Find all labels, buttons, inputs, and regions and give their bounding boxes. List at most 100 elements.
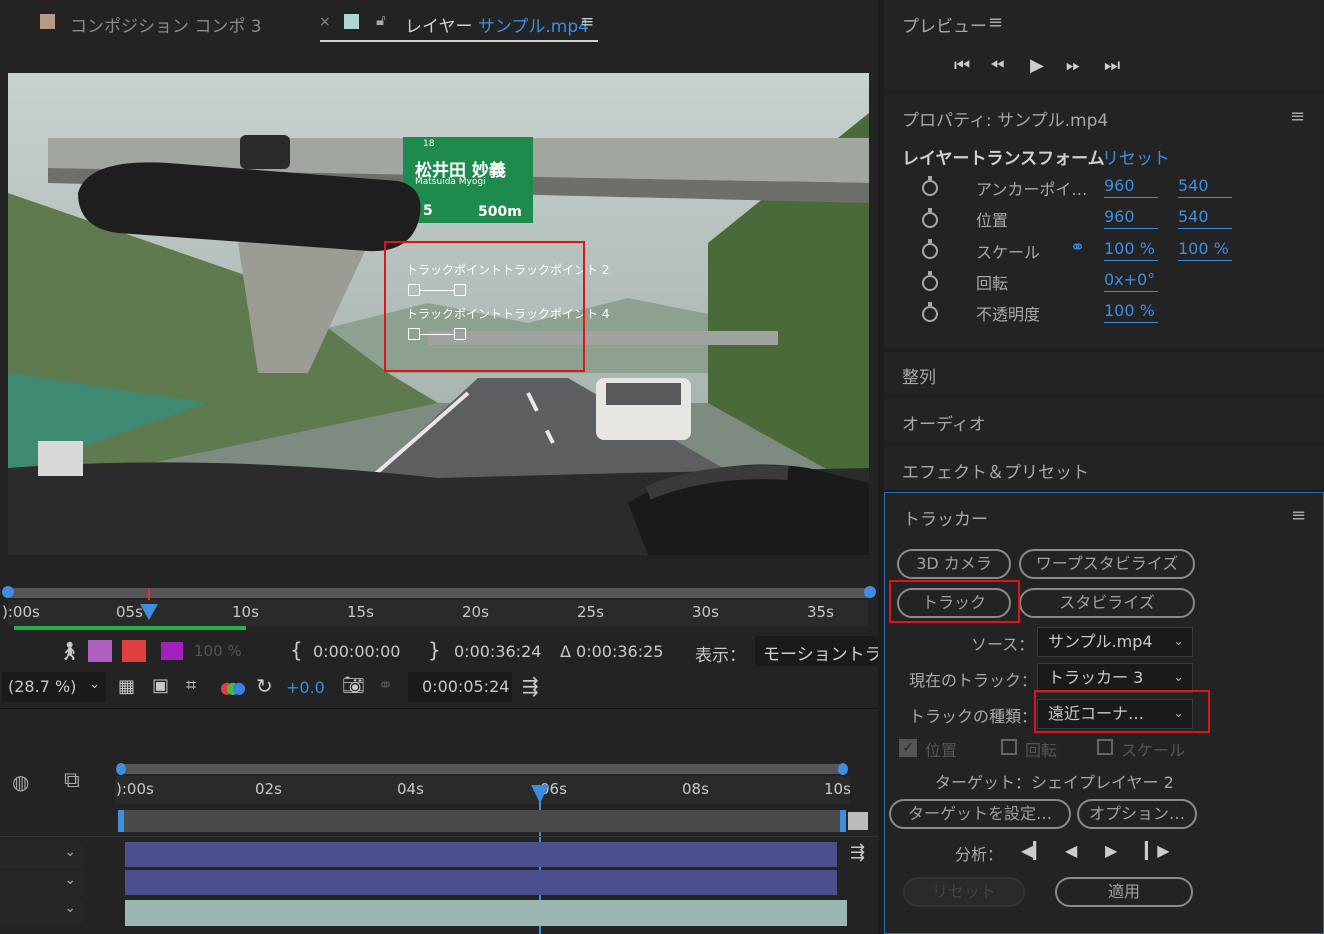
layer-bar[interactable]: [125, 842, 837, 867]
last-frame-icon[interactable]: ⏭︎: [1104, 55, 1120, 76]
zoom-dropdown[interactable]: (28.7 %) ⌄: [2, 672, 106, 702]
out-time[interactable]: 0:00:36:24: [454, 642, 541, 661]
lock-icon[interactable]: 🔓︎: [376, 11, 386, 29]
work-area-end[interactable]: [838, 763, 848, 775]
ruler-tick: ):00s: [2, 603, 40, 621]
timeline-nav-icon[interactable]: ⇶: [850, 842, 865, 863]
transform-reset-link[interactable]: リセット: [1102, 144, 1170, 169]
sign-exit-number: 5: [423, 203, 433, 219]
chevron-down-icon[interactable]: ⌄: [64, 872, 76, 888]
prev-frame-icon[interactable]: ⏪︎: [990, 55, 1004, 76]
layer-bar[interactable]: [125, 870, 837, 895]
tab-close-icon[interactable]: ×: [319, 14, 331, 30]
safe-area-icon[interactable]: ▣: [152, 675, 169, 696]
camera-3d-button[interactable]: 3D カメラ: [897, 549, 1011, 579]
chevron-down-icon[interactable]: ⌄: [64, 844, 76, 860]
anchor-x-value[interactable]: 960: [1104, 176, 1158, 198]
in-point-icon[interactable]: {: [290, 638, 303, 662]
work-area-start[interactable]: [116, 763, 126, 775]
reset-exposure-icon[interactable]: ↻: [256, 674, 273, 698]
divider: [0, 836, 878, 837]
rotation-checkbox[interactable]: [1001, 739, 1017, 755]
scale-checkbox[interactable]: [1097, 739, 1113, 755]
analyze-backward-icon[interactable]: ◀: [1065, 841, 1077, 860]
layer-row-header[interactable]: ⌄: [0, 870, 84, 896]
set-target-button[interactable]: ターゲットを設定…: [889, 799, 1071, 829]
layer-row-header[interactable]: ⌄: [0, 898, 84, 924]
current-track-dropdown[interactable]: トラッカー 3 ⌄: [1037, 663, 1193, 693]
comp-flowchart-icon[interactable]: ⧉: [64, 768, 80, 793]
footage-layer-bar[interactable]: [125, 900, 847, 926]
walker-icon[interactable]: 🚶︎: [58, 641, 81, 662]
playhead[interactable]: [140, 604, 158, 620]
analyze-back-one-icon[interactable]: ◀▎: [1021, 841, 1046, 860]
warp-stabilizer-button[interactable]: ワープスタビライズ: [1019, 549, 1195, 579]
exposure-value[interactable]: +0.0: [286, 678, 325, 697]
highlight-track-type: [1034, 690, 1210, 733]
time-range-bar[interactable]: [8, 588, 870, 598]
work-area-bar[interactable]: [120, 764, 845, 774]
view-dropdown[interactable]: モーショントラッ: [755, 636, 878, 666]
first-frame-icon[interactable]: ⏮︎: [954, 55, 970, 76]
source-dropdown[interactable]: サンプル.mp4 ⌄: [1037, 627, 1193, 657]
draft-3d-icon[interactable]: ◍: [12, 770, 29, 794]
stabilize-motion-button[interactable]: スタビライズ: [1019, 588, 1195, 618]
timeline-ruler[interactable]: [115, 776, 850, 804]
snapshot-icon[interactable]: 📷︎: [342, 675, 365, 696]
stopwatch-icon[interactable]: [922, 302, 938, 322]
current-time-field[interactable]: 0:00:05:24: [408, 672, 512, 702]
anchor-y-value[interactable]: 540: [1178, 176, 1232, 198]
opacity-value: 100 %: [194, 642, 242, 660]
layer-row-header[interactable]: ⌄: [0, 842, 84, 868]
rotation-value[interactable]: 0x+0°: [1104, 270, 1158, 292]
stopwatch-icon[interactable]: [922, 239, 938, 259]
align-panel[interactable]: 整列: [884, 352, 1324, 394]
reset-button[interactable]: リセット: [903, 877, 1025, 907]
stopwatch-icon[interactable]: [922, 208, 938, 228]
position-checkbox[interactable]: ✓: [899, 739, 917, 757]
next-frame-icon[interactable]: ⏩︎: [1066, 55, 1080, 76]
tab-composition[interactable]: コンポジション コンポ 3: [70, 12, 262, 37]
position-x-value[interactable]: 960: [1104, 207, 1158, 229]
in-time[interactable]: 0:00:00:00: [313, 642, 400, 661]
apply-button[interactable]: 適用: [1055, 877, 1193, 907]
channels-icon[interactable]: ●●●: [220, 678, 246, 697]
audio-panel[interactable]: オーディオ: [884, 398, 1324, 442]
motion-walk-icon[interactable]: [122, 640, 146, 662]
comp-marker-icon[interactable]: [848, 812, 868, 830]
scale-x-value[interactable]: 100 %: [1104, 239, 1158, 261]
tab-layer[interactable]: レイヤー サンプル.mp4: [405, 12, 589, 37]
constrain-link-icon[interactable]: ⚭: [1070, 237, 1085, 258]
stopwatch-icon[interactable]: [922, 271, 938, 291]
work-area-track[interactable]: [118, 810, 846, 832]
position-checkbox-label: 位置: [925, 741, 958, 760]
position-y-value[interactable]: 540: [1178, 207, 1232, 229]
preview-menu-icon[interactable]: ≡: [988, 12, 1003, 33]
effects-presets-panel[interactable]: エフェクト＆プリセット: [884, 446, 1324, 490]
play-icon[interactable]: ▶︎: [1030, 55, 1044, 76]
out-point-icon[interactable]: }: [428, 638, 441, 662]
chevron-down-icon[interactable]: ⌄: [64, 900, 76, 916]
tracker-menu-icon[interactable]: ≡: [1291, 505, 1306, 526]
properties-menu-icon[interactable]: ≡: [1290, 106, 1305, 127]
motion-path-icon[interactable]: [88, 640, 112, 662]
region-of-interest-icon[interactable]: ⌗: [186, 675, 196, 696]
range-end-handle[interactable]: [864, 586, 876, 598]
analyze-forward-icon[interactable]: ▶: [1105, 841, 1117, 860]
color-swatch-icon[interactable]: [161, 642, 183, 660]
opacity-value-field[interactable]: 100 %: [1104, 301, 1158, 323]
stopwatch-icon[interactable]: [922, 176, 938, 196]
view-label: 表示：: [695, 646, 746, 666]
tab-menu-icon[interactable]: ≡: [580, 12, 594, 32]
transparency-grid-icon[interactable]: ▦: [118, 676, 135, 697]
preview-panel: プレビュー ≡ ⏮︎ ⏪︎ ▶︎ ⏩︎ ⏭︎: [884, 0, 1324, 90]
goto-comp-icon[interactable]: ⇶: [522, 674, 539, 698]
show-snapshot-icon[interactable]: ⚭: [378, 675, 393, 696]
ruler-tick: 25s: [577, 603, 604, 621]
preview-title: プレビュー: [902, 17, 987, 37]
properties-title: プロパティ: サンプル.mp4: [902, 111, 1109, 131]
analyze-forward-one-icon[interactable]: ▎▶: [1145, 841, 1170, 860]
options-button[interactable]: オプション…: [1077, 799, 1197, 829]
scale-y-value[interactable]: 100 %: [1178, 239, 1232, 261]
range-start-handle[interactable]: [2, 586, 14, 598]
